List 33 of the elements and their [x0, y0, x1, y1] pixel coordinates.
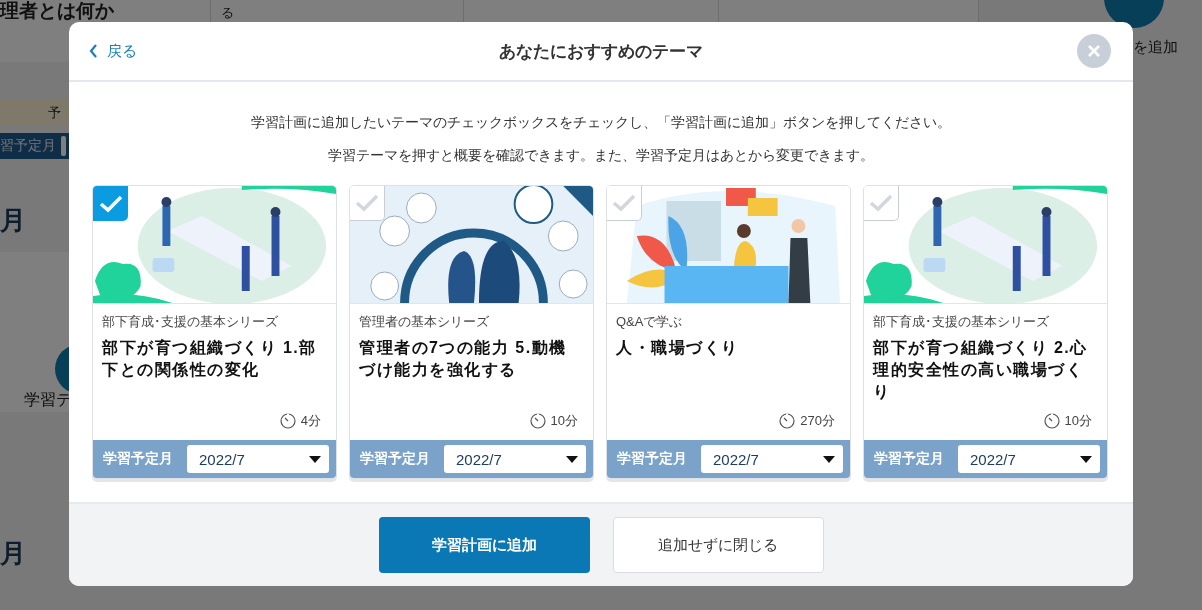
month-label: 学習予定月 — [874, 450, 944, 468]
close-without-adding-button[interactable]: 追加せずに閉じる — [612, 517, 824, 573]
month-label: 習予定月 — [0, 137, 56, 155]
series-label: 管理者の基本シリーズ — [359, 313, 490, 331]
series-label: 部下育成･支援の基本シリーズ — [102, 313, 279, 331]
add-to-plan-button[interactable]: 学習計画に追加 — [378, 517, 590, 573]
add-label: を追加 — [1133, 38, 1178, 57]
instruction-text: 学習計画に追加したいテーマのチェックボックスをチェックし、「学習計画に追加」ボタンを押してください。 — [251, 114, 951, 132]
month-label: 学習予定月 — [617, 450, 687, 468]
duration: 4分 — [300, 412, 321, 430]
month-heading: 月 — [0, 204, 26, 237]
month-label: 学習予定月 — [360, 450, 430, 468]
duration: 10分 — [1064, 412, 1092, 430]
back-link[interactable]: 戻る — [89, 41, 137, 61]
course-title: 理者とは何か — [0, 1, 114, 21]
month-select[interactable]: 2022/7 — [187, 445, 329, 473]
course-description: る — [221, 4, 235, 22]
instruction-text: 学習テーマを押すと概要を確認できます。また、学習予定月はあとから変更できます。 — [328, 147, 874, 165]
month-select[interactable]: 2022/7 — [701, 445, 843, 473]
month-label: 学習予定月 — [103, 450, 173, 468]
month-heading: 月 — [0, 537, 26, 570]
series-label: Q&Aで学ぶ — [616, 313, 684, 331]
theme-title[interactable]: 部下が育つ組織づくり 2.心理的安全性の高い職場づくり — [873, 337, 1098, 403]
dialog-title: あなたにおすすめのテーマ — [499, 41, 703, 61]
plan-label: 予 — [48, 103, 61, 122]
duration: 270分 — [800, 412, 835, 430]
series-label: 部下育成･支援の基本シリーズ — [873, 313, 1050, 331]
theme-title[interactable]: 管理者の7つの能力 5.動機づけ能力を強化する — [359, 337, 584, 381]
theme-title[interactable]: 人・職場づくり — [616, 337, 841, 359]
month-select[interactable]: 2022/7 — [958, 445, 1100, 473]
theme-title[interactable]: 部下が育つ組織づくり 1.部下との関係性の変化 — [102, 337, 327, 381]
month-select[interactable]: 2022/7 — [444, 445, 586, 473]
duration: 10分 — [550, 412, 578, 430]
